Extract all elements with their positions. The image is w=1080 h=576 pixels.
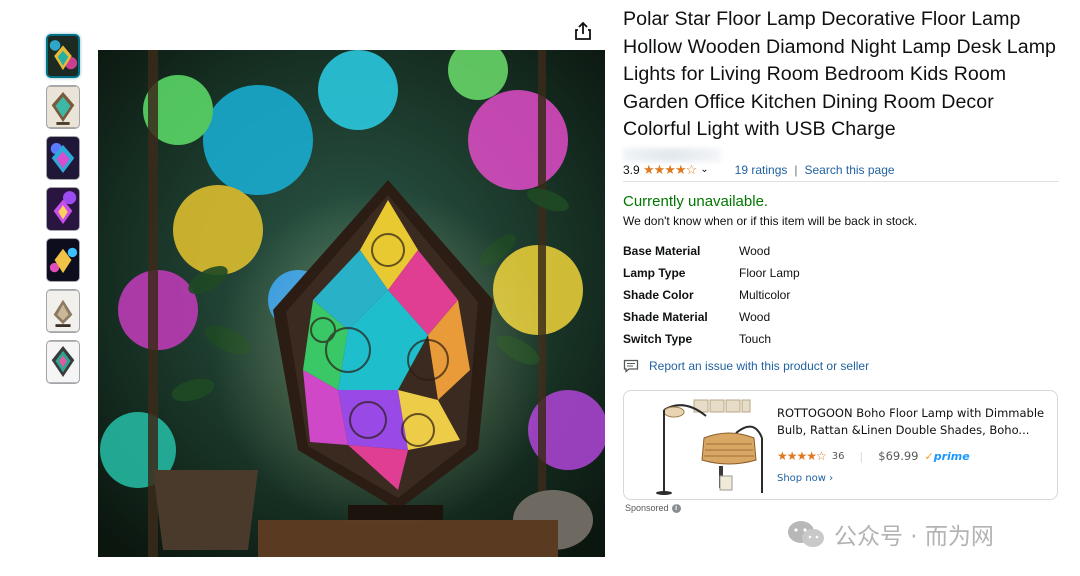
divider [623,181,1059,182]
ad-meta: ★★★★☆ 36 | $69.99 ✓prime [777,449,1047,463]
thumbnail-1[interactable] [46,34,80,78]
report-icon [623,359,639,373]
thumbnail-6[interactable] [46,289,80,333]
spec-key: Base Material [623,244,701,258]
spec-value: Wood [739,310,771,324]
rating-value: 3.9 [623,162,640,177]
rating-row: 3.9 ★★★★☆ ⌄ 19 ratings | Search this pag… [623,147,1063,178]
watermark-text: 公众号 · 而为网 [834,524,994,550]
ad-price: $69.99 [878,449,919,463]
product-title: Polar Star Floor Lamp Decorative Floor L… [623,8,1057,140]
thumbnail-4[interactable] [46,187,80,231]
spec-value: Wood [739,244,771,258]
shop-now-link[interactable]: Shop now › [777,473,1047,484]
stock-message: We don't know when or if this item will … [623,214,918,228]
ratings-link[interactable]: 19 ratings [735,163,788,177]
ad-separator: | [859,449,864,463]
sponsored-text: Sponsored [625,503,669,513]
ad-rating-count[interactable]: 36 [832,451,845,462]
wechat-icon [788,521,824,547]
spec-value: Touch [739,332,772,346]
ad-product-image[interactable] [644,398,769,495]
search-page-link[interactable]: Search this page [805,163,895,177]
report-issue-label[interactable]: Report an issue with this product or sel… [649,359,869,373]
spec-row: Lamp Type Floor Lamp [623,262,800,284]
availability-status: Currently unavailable. [623,193,769,210]
report-issue-link[interactable]: Report an issue with this product or sel… [623,359,869,373]
spec-table: Base Material Wood Lamp Type Floor Lamp … [623,240,800,350]
spec-value: Floor Lamp [739,266,800,280]
ad-star-rating-icon[interactable]: ★★★★☆ [777,449,827,463]
blurred-region [623,147,721,162]
thumbnail-list [46,34,82,391]
availability: Currently unavailable. We don't know whe… [623,193,917,228]
spec-row: Switch Type Touch [623,328,800,350]
spec-key: Shade Material [623,310,708,324]
ad-info: ROTTOGOON Boho Floor Lamp with Dimmable … [777,405,1047,484]
sponsored-ad-card[interactable]: ROTTOGOON Boho Floor Lamp with Dimmable … [623,390,1058,500]
spec-key: Shade Color [623,288,694,302]
thumbnail-5[interactable] [46,238,80,282]
info-icon[interactable]: i [671,503,681,513]
sponsored-label[interactable]: Sponsored i [625,503,681,513]
spec-key: Switch Type [623,332,693,346]
thumbnail-3[interactable] [46,136,80,180]
thumbnail-2[interactable] [46,85,80,129]
spec-row: Base Material Wood [623,240,800,262]
thumbnail-7[interactable] [46,340,80,384]
spec-value: Multicolor [739,288,791,302]
spec-row: Shade Material Wood [623,306,800,328]
separator: | [794,162,798,177]
spec-key: Lamp Type [623,266,686,280]
main-product-image[interactable] [98,50,605,557]
watermark: 公众号 · 而为网 [786,517,994,551]
prime-label: prime [933,449,970,463]
ad-title-link[interactable]: ROTTOGOON Boho Floor Lamp with Dimmable … [777,405,1047,439]
prime-badge-icon: ✓prime [924,449,970,463]
chevron-down-icon[interactable]: ⌄ [700,164,708,175]
spec-row: Shade Color Multicolor [623,284,800,306]
share-icon[interactable] [572,20,594,42]
product-details: Polar Star Floor Lamp Decorative Floor L… [623,6,1063,178]
star-rating-icon[interactable]: ★★★★☆ [643,162,697,178]
